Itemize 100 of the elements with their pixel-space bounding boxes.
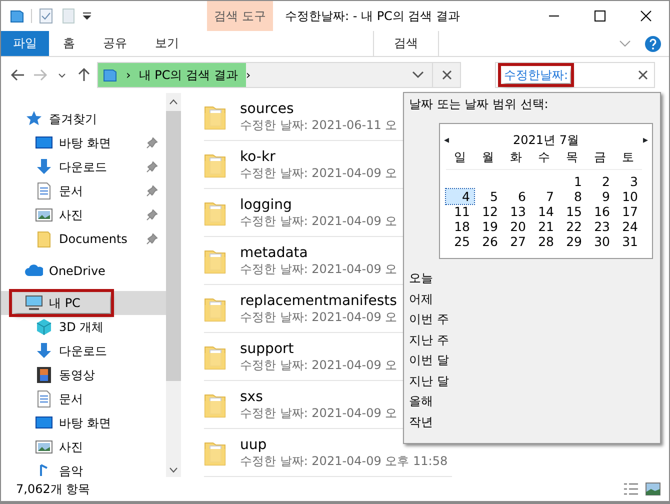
weekday-label: 토 xyxy=(614,150,642,170)
pin-icon[interactable] xyxy=(146,185,158,197)
calendar-day[interactable]: 28 xyxy=(530,234,558,250)
up-arrow-icon[interactable] xyxy=(76,67,92,83)
folder-icon xyxy=(204,296,226,322)
film-icon xyxy=(35,366,53,384)
ribbon-tab[interactable]: 보기 xyxy=(141,31,193,56)
calendar-day[interactable]: 19 xyxy=(474,219,502,234)
calendar-day[interactable]: 8 xyxy=(558,189,586,204)
scrollbar[interactable] xyxy=(166,93,181,477)
calendar-day[interactable]: 17 xyxy=(614,204,642,220)
calendar-day[interactable]: 29 xyxy=(558,234,586,250)
sidebar-item[interactable]: OneDrive xyxy=(1,259,166,283)
pin-icon[interactable] xyxy=(146,233,158,245)
date-range-option[interactable]: 지난 주 xyxy=(409,330,655,350)
chevron-down-icon[interactable] xyxy=(619,40,631,48)
maximize-icon[interactable] xyxy=(594,10,606,22)
details-view-icon[interactable] xyxy=(623,482,639,496)
calendar-day[interactable]: 6 xyxy=(502,189,530,204)
calendar-day[interactable]: 31 xyxy=(614,234,642,250)
calendar-day[interactable]: 10 xyxy=(614,189,642,204)
calendar-day[interactable]: 26 xyxy=(474,234,502,250)
computer-icon xyxy=(25,294,43,312)
calendar-day[interactable]: 18 xyxy=(446,219,474,234)
calendar-day[interactable]: 30 xyxy=(586,234,614,250)
close-icon[interactable] xyxy=(442,70,452,80)
folder-icon[interactable] xyxy=(9,8,25,24)
folder-icon xyxy=(204,440,226,466)
sidebar-item[interactable]: 사진 xyxy=(1,435,166,459)
sidebar-item[interactable]: 동영상 xyxy=(1,363,166,387)
calendar-day[interactable]: 1 xyxy=(558,174,586,190)
back-icon[interactable] xyxy=(10,67,26,83)
breadcrumb-separator[interactable]: › xyxy=(246,68,251,82)
sidebar-item[interactable]: 바탕 화면 xyxy=(1,411,166,435)
breadcrumb-separator[interactable]: › xyxy=(126,68,131,82)
picture-icon xyxy=(35,206,53,224)
sidebar-item[interactable]: 내 PC xyxy=(1,291,166,315)
date-range-option[interactable]: 지난 달 xyxy=(409,370,655,392)
calendar-day[interactable]: 25 xyxy=(446,234,474,250)
large-icons-view-icon[interactable] xyxy=(645,482,661,496)
scroll-down-icon[interactable] xyxy=(169,467,178,473)
sidebar-item[interactable]: 사진 xyxy=(1,203,166,227)
sidebar-item[interactable]: 바탕 화면 xyxy=(1,131,166,155)
calendar-day[interactable]: 21 xyxy=(530,219,558,234)
ribbon-tab[interactable]: 홈 xyxy=(49,31,89,56)
date-range-option[interactable]: 어제 xyxy=(409,288,655,310)
pin-icon[interactable] xyxy=(146,209,158,221)
scroll-up-icon[interactable] xyxy=(169,99,178,105)
date-range-option[interactable]: 오늘 xyxy=(409,268,655,289)
pin-icon[interactable] xyxy=(146,161,158,173)
calendar-day[interactable]: 4 xyxy=(446,189,474,204)
calendar-day[interactable]: 23 xyxy=(586,219,614,234)
calendar-day[interactable]: 2 xyxy=(586,174,614,190)
folder-icon xyxy=(102,67,118,83)
folder-icon xyxy=(204,152,226,178)
file-date: 수정한 날짜: 2021-04-09 오 xyxy=(240,214,398,228)
document-icon xyxy=(35,390,53,408)
file-tab[interactable]: 파일 xyxy=(1,31,49,56)
help-icon[interactable] xyxy=(645,36,661,52)
breadcrumb[interactable]: 내 PC의 검색 결과 xyxy=(138,68,238,82)
calendar-day[interactable]: 20 xyxy=(502,219,530,234)
calendar-day[interactable]: 7 xyxy=(530,189,558,204)
calendar-day[interactable]: 22 xyxy=(558,219,586,234)
calendar-day[interactable]: 16 xyxy=(586,204,614,220)
sidebar-item[interactable]: 음악 xyxy=(1,459,166,477)
calendar-day[interactable]: 11 xyxy=(446,204,474,220)
chevron-down-icon[interactable] xyxy=(412,71,424,79)
ribbon-tab[interactable]: 검색 xyxy=(373,31,439,56)
dropdown-icon[interactable] xyxy=(82,11,92,21)
date-range-option[interactable]: 이번 달 xyxy=(409,350,655,371)
close-icon[interactable] xyxy=(640,10,652,22)
calendar-day[interactable]: 27 xyxy=(502,234,530,250)
file-date: 수정한 날짜: 2021-04-09 오 xyxy=(240,406,398,420)
calendar-day[interactable]: 5 xyxy=(474,189,502,204)
sidebar-item[interactable]: 문서 xyxy=(1,387,166,411)
sidebar-item[interactable]: 즐겨찾기 xyxy=(1,107,166,131)
calendar-day[interactable]: 14 xyxy=(530,204,558,220)
folder-icon xyxy=(204,200,226,226)
sidebar-item[interactable]: 3D 개체 xyxy=(1,315,166,339)
date-range-option[interactable]: 이번 주 xyxy=(409,309,655,330)
folder-icon xyxy=(204,248,226,274)
sidebar-item[interactable]: 문서 xyxy=(1,179,166,203)
search-field[interactable]: 수정한날짜: xyxy=(495,62,655,88)
close-icon[interactable] xyxy=(638,70,648,80)
sidebar-item[interactable]: 다운로드 xyxy=(1,339,166,363)
calendar-day[interactable]: 12 xyxy=(474,204,502,220)
sidebar-item[interactable]: Documents xyxy=(1,227,166,251)
calendar-day[interactable]: 24 xyxy=(614,219,642,234)
checkmark-icon[interactable] xyxy=(38,8,54,24)
calendar-day[interactable]: 13 xyxy=(502,204,530,220)
date-range-option[interactable]: 올해 xyxy=(409,391,655,412)
calendar-day[interactable]: 15 xyxy=(558,204,586,220)
pin-icon[interactable] xyxy=(146,137,158,149)
sidebar-item[interactable]: 다운로드 xyxy=(1,155,166,179)
next-month-button[interactable]: ▸ xyxy=(642,132,648,148)
calendar-day[interactable]: 3 xyxy=(614,174,642,190)
ribbon-tab[interactable]: 공유 xyxy=(89,31,141,56)
calendar-day[interactable]: 9 xyxy=(586,189,614,204)
address-bar[interactable]: › 내 PC의 검색 결과 › xyxy=(97,62,461,88)
prev-month-button[interactable]: ◂ xyxy=(444,132,450,148)
